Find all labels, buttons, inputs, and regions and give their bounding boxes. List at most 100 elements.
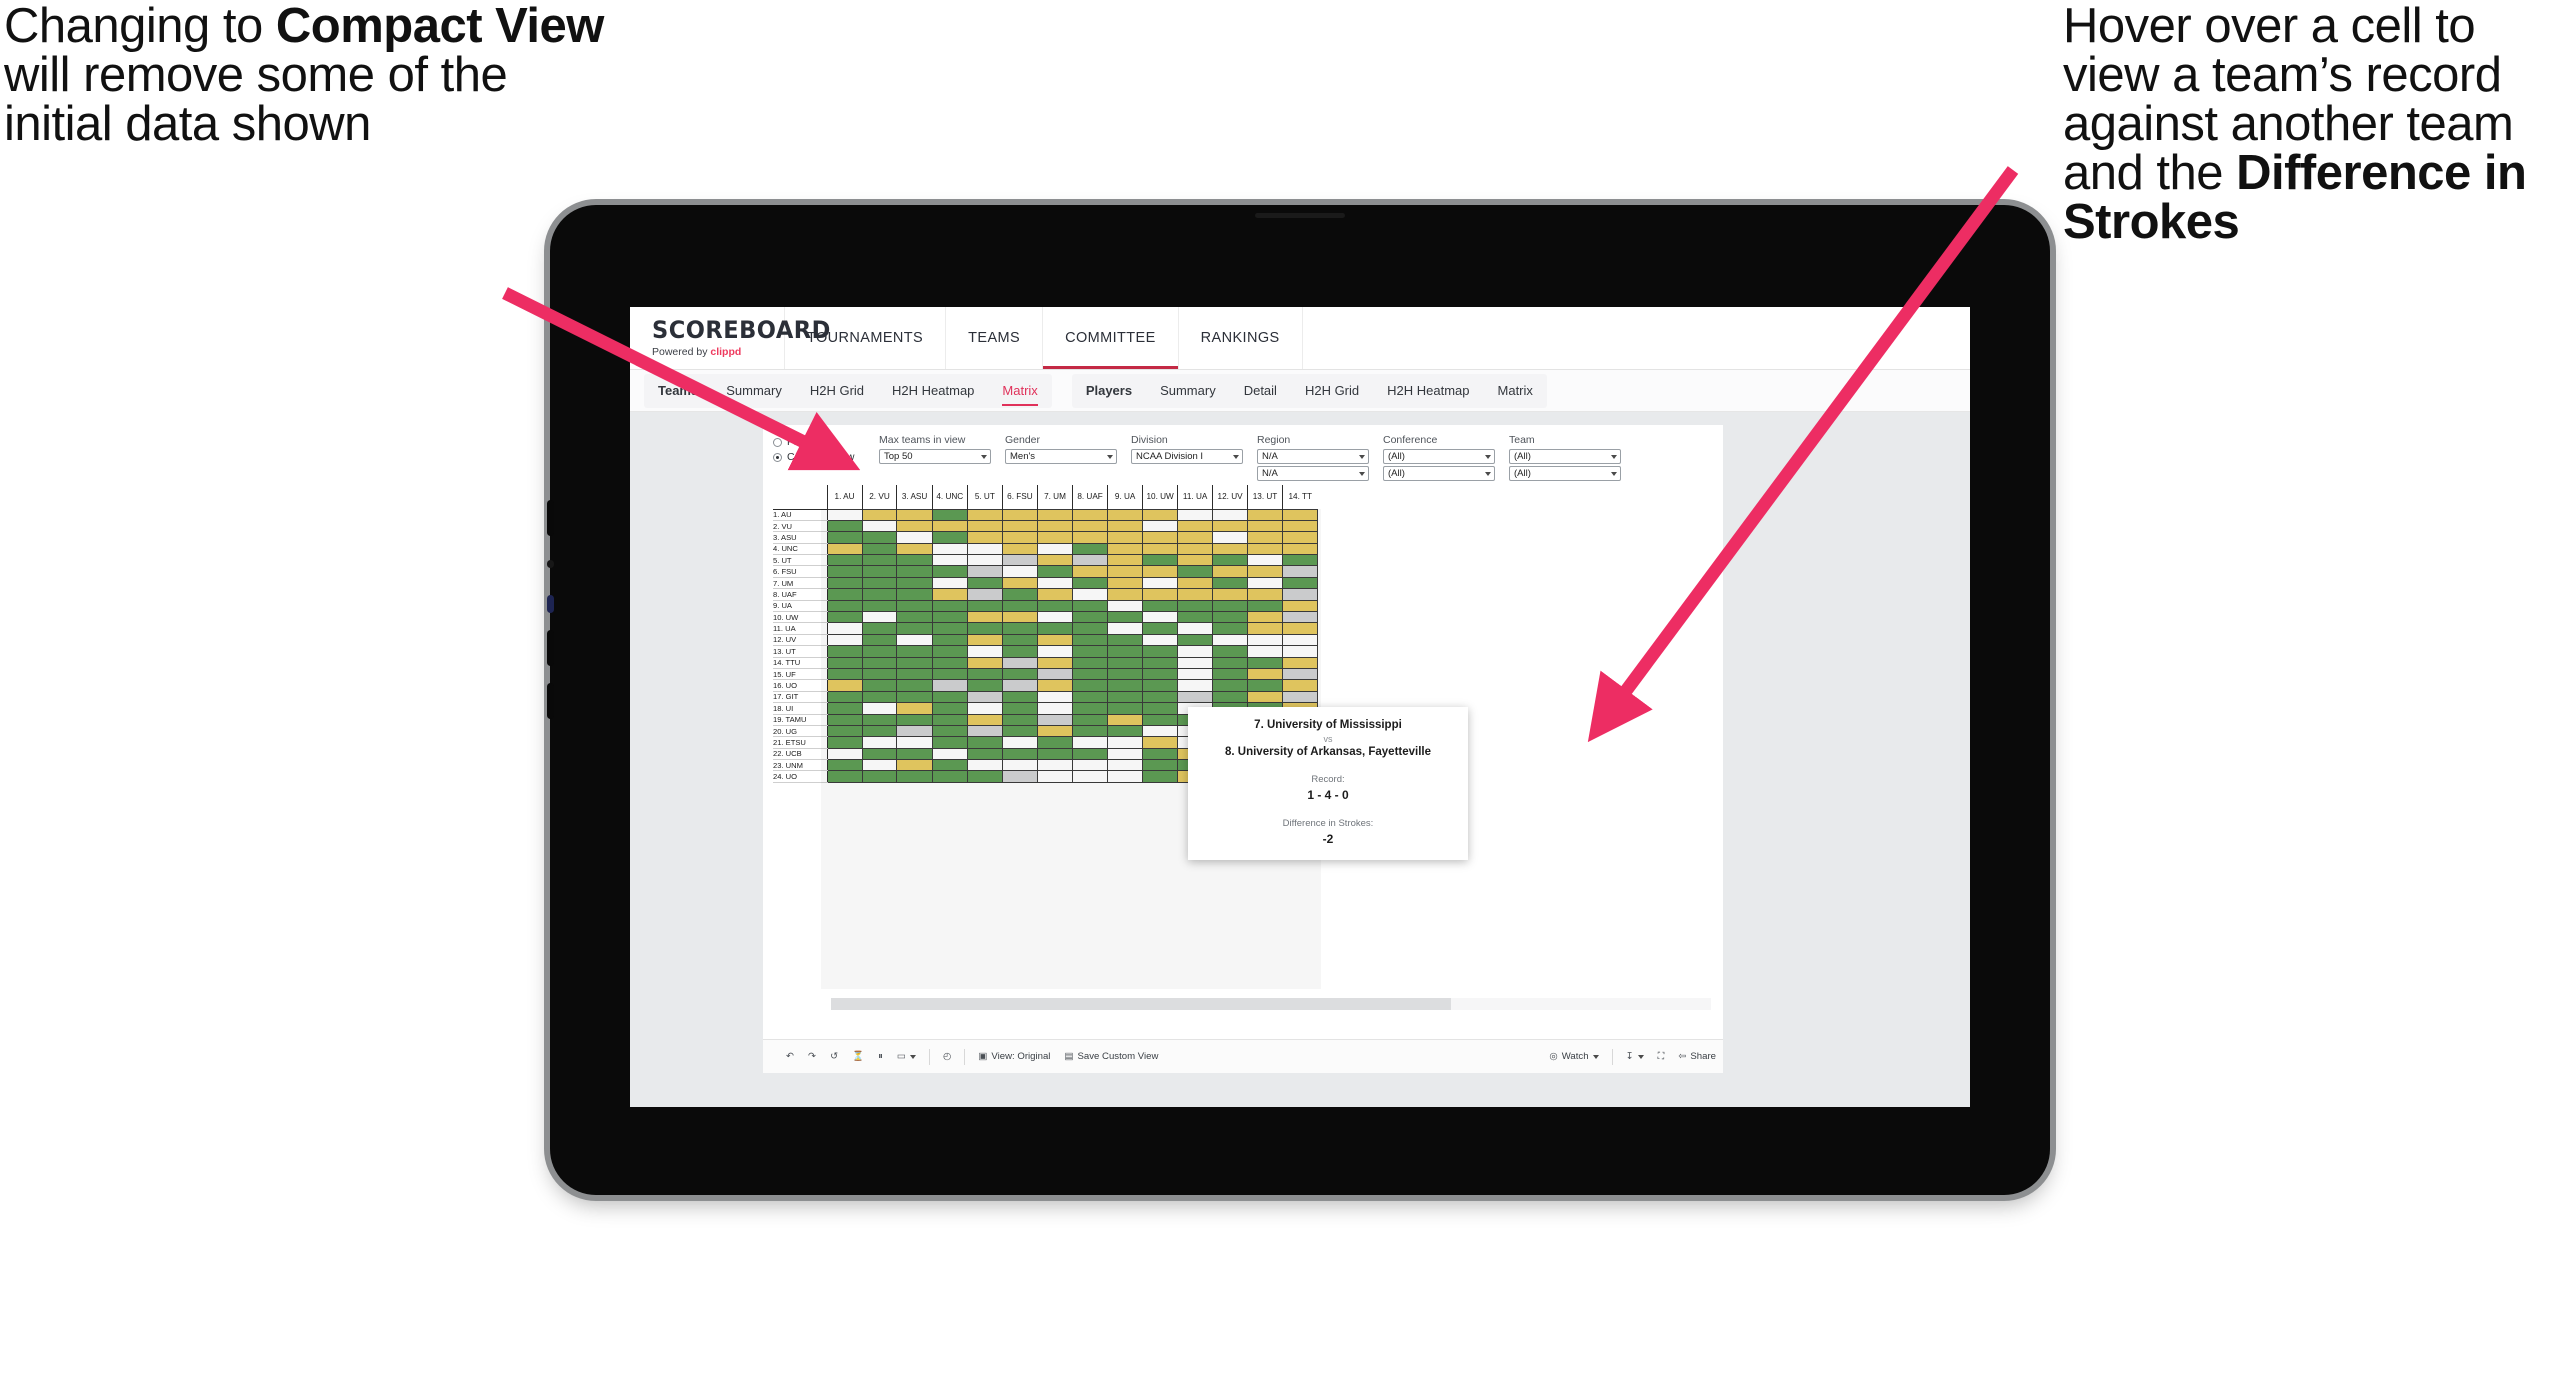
matrix-cell[interactable] (1036, 599, 1073, 613)
matrix-cell[interactable] (1247, 610, 1283, 624)
matrix-cell[interactable] (966, 519, 1003, 533)
matrix-cell[interactable] (826, 690, 863, 704)
matrix-row-header[interactable]: 23. UNM (773, 759, 828, 772)
matrix-cell[interactable] (1036, 531, 1073, 544)
matrix-cell[interactable] (896, 690, 933, 704)
matrix-cell[interactable] (1001, 565, 1038, 578)
matrix-cell[interactable] (1142, 770, 1179, 783)
matrix-cell[interactable] (966, 633, 1003, 647)
matrix-cell[interactable] (1177, 519, 1214, 533)
matrix-cell[interactable] (1282, 656, 1318, 669)
matrix-cell[interactable] (1247, 565, 1283, 578)
matrix-cell[interactable] (1142, 519, 1179, 533)
matrix-cell[interactable] (1001, 713, 1038, 726)
matrix-cell[interactable] (826, 576, 863, 590)
matrix-cell[interactable] (1071, 667, 1109, 681)
matrix-cell[interactable] (896, 508, 933, 521)
matrix-cell[interactable] (1247, 656, 1283, 669)
matrix-cell[interactable] (861, 702, 898, 715)
matrix-cell[interactable] (1282, 610, 1318, 624)
matrix-cell[interactable] (1142, 599, 1179, 613)
matrix-cell[interactable] (1142, 588, 1179, 601)
matrix-cell[interactable] (826, 645, 863, 658)
matrix-cell[interactable] (1001, 724, 1038, 738)
matrix-cell[interactable] (931, 565, 968, 578)
tab-summary[interactable]: Summary (1146, 374, 1230, 408)
share-button[interactable]: ⇦ Share (1671, 1045, 1723, 1069)
radio-compact-view[interactable]: Compact View (773, 451, 865, 463)
matrix-cell[interactable] (1107, 565, 1144, 578)
matrix-cell[interactable] (1247, 645, 1283, 658)
matrix-cell[interactable] (1036, 713, 1073, 726)
matrix-cell[interactable] (1036, 736, 1073, 749)
matrix-cell[interactable] (1247, 554, 1283, 567)
matrix-cell[interactable] (1142, 542, 1179, 556)
matrix-cell[interactable] (861, 588, 898, 601)
matrix-row-header[interactable]: 18. UI (773, 702, 828, 715)
matrix-cell[interactable] (966, 713, 1003, 726)
view-mode-radio-group[interactable]: Full View Compact View (773, 434, 865, 466)
matrix-cell[interactable] (931, 667, 968, 681)
matrix-cell[interactable] (896, 554, 933, 567)
matrix-cell[interactable] (1212, 565, 1249, 578)
matrix-cell[interactable] (1247, 588, 1283, 601)
matrix-row-header[interactable]: 13. UT (773, 645, 828, 658)
matrix-cell[interactable] (1001, 690, 1038, 704)
matrix-cell[interactable] (826, 519, 863, 533)
tab-h2h-grid[interactable]: H2H Grid (1291, 374, 1373, 408)
matrix-cell[interactable] (931, 645, 968, 658)
matrix-cell[interactable] (1142, 554, 1179, 567)
matrix-row-header[interactable]: 7. UM (773, 576, 828, 590)
matrix-cell[interactable] (1001, 519, 1038, 533)
matrix-cell[interactable] (1282, 531, 1318, 544)
topnav-item-teams[interactable]: TEAMS (946, 307, 1044, 369)
matrix-cell[interactable] (1107, 770, 1144, 783)
matrix-cell[interactable] (1107, 656, 1144, 669)
matrix-cell[interactable] (931, 554, 968, 567)
matrix-cell[interactable] (896, 770, 933, 783)
matrix-cell[interactable] (931, 724, 968, 738)
matrix-cell[interactable] (1001, 759, 1038, 772)
matrix-cell[interactable] (1212, 622, 1249, 635)
matrix-cell[interactable] (1282, 554, 1318, 567)
matrix-cell[interactable] (826, 622, 863, 635)
matrix-cell[interactable] (1142, 747, 1179, 761)
matrix-col-header[interactable]: 10. UW (1142, 485, 1178, 509)
matrix-cell[interactable] (931, 770, 968, 783)
matrix-cell[interactable] (1142, 690, 1179, 704)
matrix-cell[interactable] (1001, 576, 1038, 590)
matrix-col-header[interactable]: 9. UA (1107, 485, 1143, 509)
matrix-cell[interactable] (861, 576, 898, 590)
matrix-cell[interactable] (861, 656, 898, 669)
matrix-cell[interactable] (1071, 702, 1109, 715)
matrix-cell[interactable] (896, 519, 933, 533)
matrix-cell[interactable] (931, 702, 968, 715)
tab-detail[interactable]: Detail (1230, 374, 1291, 408)
matrix-cell[interactable] (896, 736, 933, 749)
matrix-row-header[interactable]: 14. TTU (773, 656, 828, 669)
matrix-row-header[interactable]: 4. UNC (773, 542, 828, 556)
matrix-cell[interactable] (966, 599, 1003, 613)
matrix-col-header[interactable]: 14. TT (1282, 485, 1318, 509)
matrix-cell[interactable] (1107, 690, 1144, 704)
matrix-cell[interactable] (1071, 542, 1109, 556)
matrix-cell[interactable] (861, 565, 898, 578)
matrix-cell[interactable] (1071, 645, 1109, 658)
matrix-cell[interactable] (826, 588, 863, 601)
matrix-cell[interactable] (931, 542, 968, 556)
matrix-cell[interactable] (1247, 690, 1283, 704)
matrix-row-header[interactable]: 21. ETSU (773, 736, 828, 749)
matrix-cell[interactable] (1247, 576, 1283, 590)
matrix-cell[interactable] (826, 554, 863, 567)
matrix-cell[interactable] (931, 599, 968, 613)
matrix-cell[interactable] (1212, 610, 1249, 624)
device-button-power[interactable] (547, 683, 554, 719)
select-conference-2[interactable]: (All) (1383, 466, 1495, 481)
matrix-cell[interactable] (1177, 610, 1214, 624)
tab-h2h-heatmap[interactable]: H2H Heatmap (878, 374, 988, 408)
matrix-cell[interactable] (1071, 656, 1109, 669)
matrix-cell[interactable] (1142, 565, 1179, 578)
matrix-cell[interactable] (966, 576, 1003, 590)
matrix-cell[interactable] (1142, 724, 1179, 738)
matrix-cell[interactable] (1071, 610, 1109, 624)
